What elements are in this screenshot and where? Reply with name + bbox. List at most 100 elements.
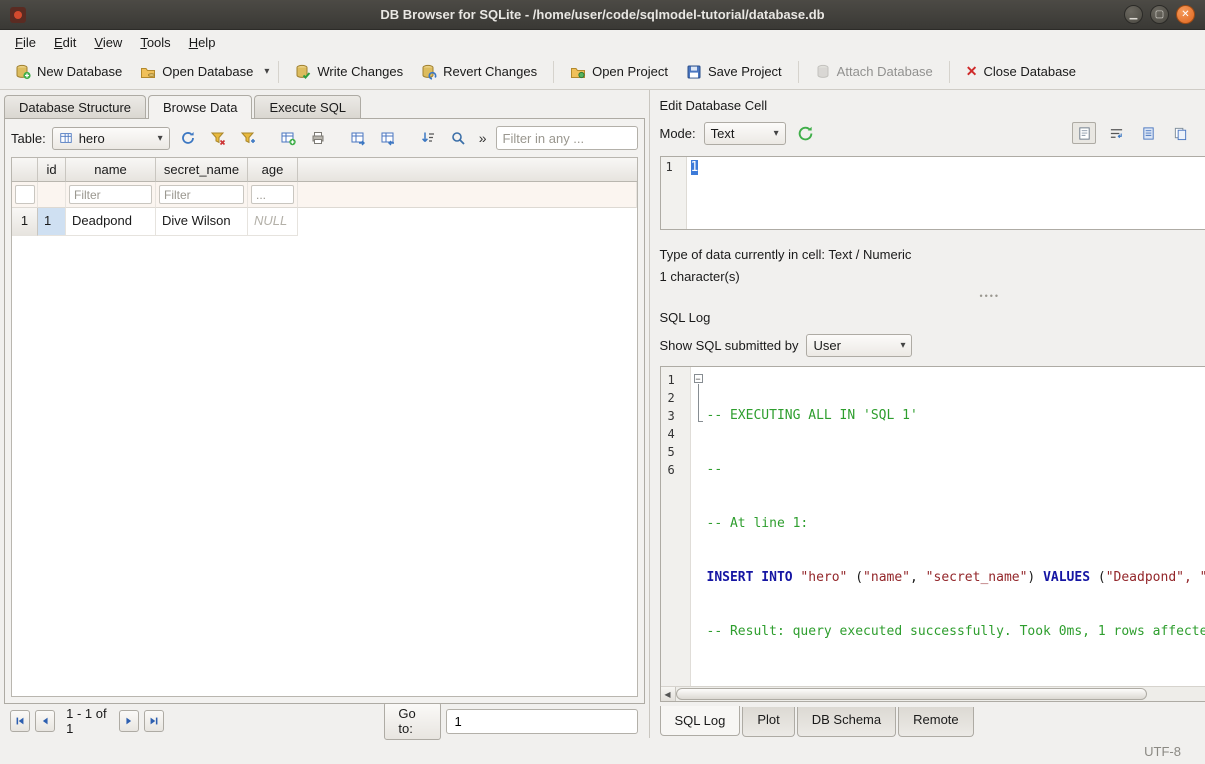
copy-cell-button[interactable] — [1168, 122, 1192, 144]
table-row: 1 1 Deadpond Dive Wilson NULL — [12, 208, 637, 236]
sql-log-controls: Show SQL submitted by User ▾ Clear — [660, 328, 1205, 362]
cell-name[interactable]: Deadpond — [66, 208, 156, 236]
text-view-button[interactable] — [1072, 122, 1096, 144]
tab-db-schema[interactable]: DB Schema — [797, 707, 896, 737]
save-project-label: Save Project — [708, 64, 782, 79]
tab-sql-log[interactable]: SQL Log — [660, 706, 741, 736]
column-header-secret-name[interactable]: secret_name — [156, 158, 248, 182]
bottom-dock-tabs: SQL Log Plot DB Schema Remote — [660, 708, 1205, 738]
first-page-button[interactable] — [10, 710, 30, 732]
tab-browse-data[interactable]: Browse Data — [148, 95, 252, 119]
tab-execute-sql[interactable]: Execute SQL — [254, 95, 361, 119]
filter-name-input[interactable] — [69, 185, 152, 204]
revert-changes-label: Revert Changes — [443, 64, 537, 79]
goto-input[interactable] — [446, 709, 638, 734]
open-cell-data-button[interactable] — [1136, 122, 1160, 144]
next-page-button[interactable] — [119, 710, 139, 732]
refresh-button[interactable] — [176, 126, 200, 150]
print-records-button[interactable] — [306, 126, 330, 150]
open-database-icon — [140, 64, 156, 80]
goto-button[interactable]: Go to: — [384, 702, 441, 740]
table-select[interactable]: hero ▾ — [52, 127, 170, 150]
toolbar-separator — [278, 61, 279, 83]
fold-column: − — [691, 367, 707, 686]
tab-database-structure[interactable]: Database Structure — [4, 95, 146, 119]
menu-view[interactable]: View — [85, 32, 131, 53]
maximize-button[interactable]: ▢ — [1150, 5, 1169, 24]
cell-editor[interactable]: 1 1 — [660, 156, 1205, 230]
insert-record-button[interactable] — [276, 126, 300, 150]
find-button[interactable] — [446, 126, 470, 150]
filter-age-input[interactable] — [251, 185, 294, 204]
filter-name-cell — [66, 182, 156, 208]
horizontal-scrollbar[interactable]: ◀ ▶ — [661, 686, 1205, 701]
table-icon — [59, 131, 73, 145]
cell-id[interactable]: 1 — [38, 208, 66, 236]
chevron-down-icon: ▾ — [900, 340, 905, 351]
attach-database-button[interactable]: Attach Database — [806, 59, 942, 85]
menu-edit[interactable]: Edit — [45, 32, 85, 53]
previous-page-button[interactable] — [35, 710, 55, 732]
clear-filters-button[interactable] — [206, 126, 230, 150]
save-project-icon — [686, 64, 702, 80]
save-project-button[interactable]: Save Project — [677, 59, 791, 85]
export-table-button[interactable] — [346, 126, 370, 150]
toolbar-overflow-chevron[interactable]: » — [476, 130, 490, 146]
filter-any-input[interactable] — [496, 126, 638, 150]
row-header[interactable]: 1 — [12, 208, 38, 236]
import-table-button[interactable] — [376, 126, 400, 150]
edit-cell-dock-header: Edit Database Cell ✕ — [660, 90, 1205, 116]
write-changes-button[interactable]: Write Changes — [286, 59, 412, 85]
auto-format-button[interactable] — [794, 122, 818, 144]
sql-source-select[interactable]: User ▾ — [806, 334, 912, 357]
toolbar-separator — [949, 61, 950, 83]
row-filler — [298, 208, 637, 236]
filter-secret-name-input[interactable] — [159, 185, 244, 204]
sort-button[interactable] — [416, 126, 440, 150]
minimize-button[interactable]: ▁ — [1124, 5, 1143, 24]
grid-corner[interactable] — [12, 158, 38, 182]
menu-help[interactable]: Help — [180, 32, 225, 53]
edit-cell-title: Edit Database Cell — [660, 98, 1205, 113]
column-header-id[interactable]: id — [38, 158, 66, 182]
browse-panel: Database Structure Browse Data Execute S… — [0, 90, 649, 738]
dock-splitter-handle[interactable]: •••• — [660, 288, 1205, 302]
encoding-indicator[interactable]: UTF-8 — [1144, 744, 1181, 759]
menu-file[interactable]: File — [6, 32, 45, 53]
filter-id-input[interactable] — [15, 185, 35, 204]
menu-tools[interactable]: Tools — [131, 32, 179, 53]
cell-editor-value[interactable]: 1 — [691, 160, 699, 175]
write-changes-label: Write Changes — [317, 64, 403, 79]
collapse-icon[interactable]: − — [694, 374, 703, 383]
close-database-icon: ✕ — [966, 63, 978, 80]
open-database-dropdown[interactable]: ▾ — [262, 62, 271, 81]
sql-log-title: SQL Log — [660, 310, 1205, 325]
chevron-down-icon: ▾ — [158, 133, 163, 144]
toolbar-separator — [798, 61, 799, 83]
tab-plot[interactable]: Plot — [742, 707, 794, 737]
export-cell-button[interactable] — [1200, 122, 1205, 144]
table-value: hero — [79, 131, 105, 146]
cell-age[interactable]: NULL — [248, 208, 298, 236]
close-button[interactable]: ✕ — [1176, 5, 1195, 24]
open-database-button[interactable]: Open Database — [131, 59, 262, 85]
mode-select[interactable]: Text ▾ — [704, 122, 786, 145]
last-page-button[interactable] — [144, 710, 164, 732]
open-project-button[interactable]: Open Project — [561, 59, 677, 85]
new-database-button[interactable]: New Database — [6, 59, 131, 85]
new-database-icon — [15, 64, 31, 80]
filter-age-cell — [248, 182, 298, 208]
column-header-name[interactable]: name — [66, 158, 156, 182]
revert-changes-button[interactable]: Revert Changes — [412, 59, 546, 85]
tab-remote[interactable]: Remote — [898, 707, 974, 737]
sql-log-line: -- At line 1: — [707, 515, 1205, 533]
close-database-button[interactable]: ✕ Close Database — [957, 58, 1085, 85]
cell-editor-line-number: 1 — [661, 157, 687, 229]
save-filter-button[interactable] — [236, 126, 260, 150]
word-wrap-button[interactable] — [1104, 122, 1128, 144]
scroll-left-icon[interactable]: ◀ — [661, 687, 676, 701]
grid-empty-area — [12, 236, 637, 696]
column-header-age[interactable]: age — [248, 158, 298, 182]
cell-secret-name[interactable]: Dive Wilson — [156, 208, 248, 236]
scrollbar-thumb[interactable] — [676, 688, 1147, 700]
